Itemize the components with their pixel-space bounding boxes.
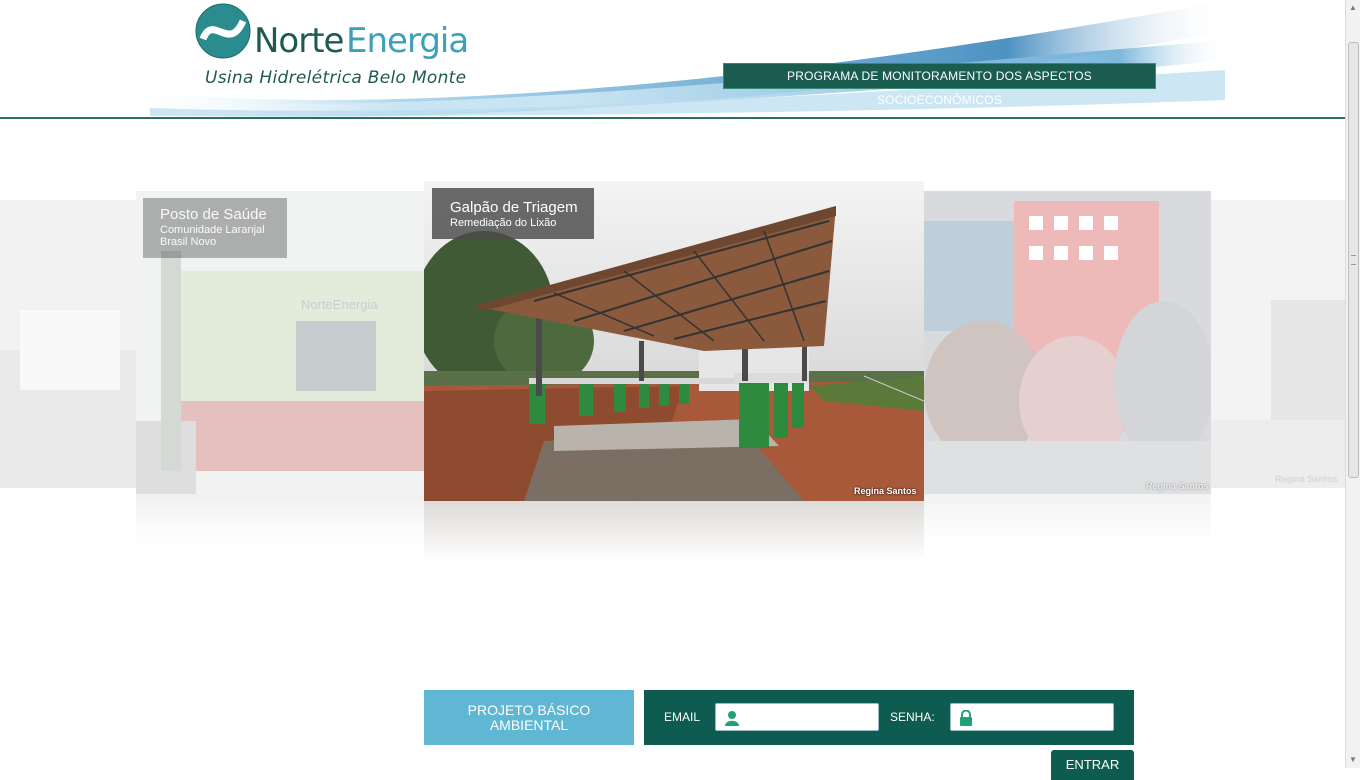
password-field-wrapper[interactable] <box>950 703 1114 731</box>
email-label: EMAIL <box>664 710 701 724</box>
galpao-de-triagem-reflection <box>424 501 924 561</box>
slide-subtitle: Remediação do Lixão <box>450 217 557 229</box>
posto-de-saude-reflection <box>136 494 424 544</box>
photo-credit: Regina Santos <box>854 486 917 496</box>
norte-energia-logo-icon <box>195 3 251 59</box>
pba-button-label: PROJETO BÁSICO AMBIENTAL <box>467 701 591 733</box>
projeto-basico-ambiental-button[interactable]: PROJETO BÁSICO AMBIENTAL <box>424 690 634 745</box>
scrollbar-grip-icon <box>1351 255 1356 265</box>
email-input[interactable] <box>742 708 876 728</box>
carousel-slide-galpao-de-triagem[interactable]: Galpão de Triagem Remediação do Lixão Re… <box>424 181 924 501</box>
scroll-up-arrow-icon[interactable]: ▲ <box>1346 0 1360 16</box>
email-field-wrapper[interactable] <box>715 703 879 731</box>
carousel-slide-far-left[interactable] <box>0 200 136 488</box>
program-title-badge: PROGRAMA DE MONITORAMENTO DOS ASPECTOS S… <box>723 63 1156 107</box>
health-post-sign-text: NorteEnergia <box>301 297 378 312</box>
slide-subtitle-line1: Comunidade Laranjal <box>160 224 265 236</box>
galpao-de-triagem-caption: Galpão de Triagem Remediação do Lixão <box>432 188 594 239</box>
far-left-slide-image <box>0 200 136 488</box>
carousel-slide-posto-de-saude[interactable]: NorteEnergia Posto de Saúde Comunidade L… <box>136 191 424 494</box>
carousel-slide-right[interactable]: Regina Santos <box>924 191 1211 494</box>
right-slide-image <box>924 191 1211 494</box>
scroll-down-arrow-icon[interactable]: ▼ <box>1346 752 1360 768</box>
entrar-button[interactable]: ENTRAR <box>1051 750 1134 780</box>
site-header: Norte Energia Usina Hidrelétrica Belo Mo… <box>0 0 1346 119</box>
carousel-slide-far-right[interactable]: Regina Santos <box>1211 200 1346 488</box>
brand-name-norte: Norte <box>254 21 344 61</box>
senha-label: SENHA: <box>890 710 935 724</box>
lock-icon <box>960 710 972 726</box>
slide-subtitle-line2: Brasil Novo <box>160 236 217 248</box>
posto-de-saude-caption: Posto de Saúde Comunidade Laranjal Brasi… <box>143 198 287 258</box>
brand-tagline: Usina Hidrelétrica Belo Monte <box>205 68 467 88</box>
login-form: EMAIL SENHA: <box>644 690 1134 745</box>
photo-credit: Regina Santos <box>1275 474 1338 484</box>
slide-title: Posto de Saúde <box>160 206 267 223</box>
photo-credit: Regina Santos <box>1146 481 1209 491</box>
right-slide-reflection <box>924 494 1211 544</box>
password-input[interactable] <box>977 708 1111 728</box>
vertical-scrollbar[interactable]: ▲ ▼ <box>1345 0 1360 768</box>
brand-name-energia: Energia <box>346 21 469 61</box>
user-icon <box>725 711 739 726</box>
far-right-slide-image <box>1211 200 1346 488</box>
scrollbar-thumb[interactable] <box>1348 42 1359 478</box>
slide-title: Galpão de Triagem <box>450 199 578 216</box>
